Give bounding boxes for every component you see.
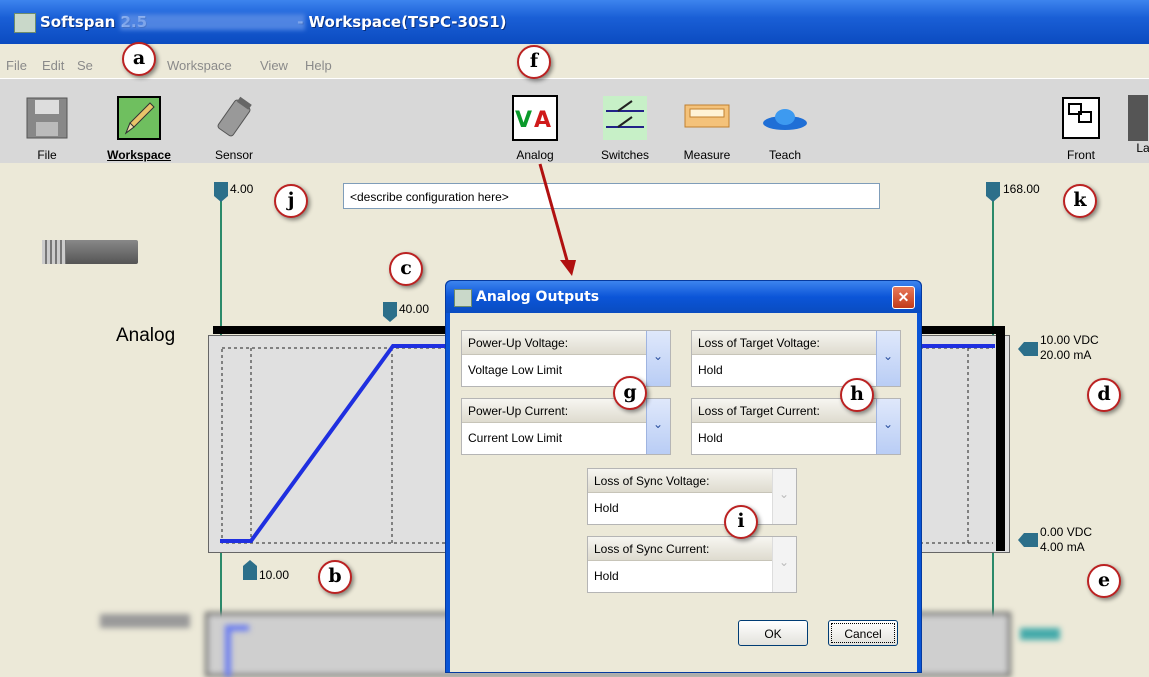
menu-edit[interactable]: Edit bbox=[42, 58, 64, 73]
los-current-label: Loss of Sync Current: bbox=[588, 537, 772, 561]
menu-view[interactable]: View bbox=[260, 58, 288, 73]
dialog-app-icon bbox=[454, 289, 472, 307]
sensor-thread-detail bbox=[42, 240, 66, 264]
ruler-icon bbox=[684, 104, 730, 128]
low-voltage-value: 0.00 VDC bbox=[1040, 525, 1093, 539]
measure-label: Measure bbox=[683, 148, 731, 162]
toolbar: File Workspace Sensor VA Analog Switches… bbox=[0, 78, 1149, 164]
powerup-voltage-dropdown[interactable]: ⌄ bbox=[646, 331, 670, 386]
switches-label: Switches bbox=[600, 148, 650, 162]
callout-b: b bbox=[318, 560, 352, 594]
configuration-description-input[interactable]: <describe configuration here> bbox=[343, 183, 880, 209]
ok-button[interactable]: OK bbox=[738, 620, 808, 646]
pointer-arrow bbox=[538, 163, 576, 276]
analog-outputs-dialog: Analog Outputs ✕ Power-Up Voltage: Volta… bbox=[445, 280, 922, 673]
dialog-title-bar: Analog Outputs ✕ bbox=[446, 281, 921, 313]
title-bar: Softspan 2.5- Workspace(TSPC-30S1) bbox=[0, 0, 1149, 44]
teach-label: Teach bbox=[768, 148, 802, 162]
lot-current-value: Hold bbox=[698, 431, 723, 445]
teach-button[interactable]: Teach bbox=[760, 95, 810, 162]
knee-marker-value: 40.00 bbox=[399, 302, 430, 316]
los-voltage-dropdown: ⌄ bbox=[772, 469, 796, 524]
los-current-value: Hold bbox=[594, 569, 619, 583]
analog-button[interactable]: VA Analog bbox=[510, 95, 560, 162]
dialog-title: Analog Outputs bbox=[476, 289, 600, 305]
powerup-voltage-value: Voltage Low Limit bbox=[468, 363, 563, 377]
los-current-dropdown: ⌄ bbox=[772, 537, 796, 592]
lot-voltage-value: Hold bbox=[698, 363, 723, 377]
chevron-down-icon: ⌄ bbox=[653, 349, 664, 363]
high-current-value: 20.00 mA bbox=[1040, 348, 1092, 362]
chevron-down-icon: ⌄ bbox=[653, 417, 664, 431]
callout-j: j bbox=[274, 184, 308, 218]
chevron-down-icon: ⌄ bbox=[779, 487, 790, 501]
powerup-voltage-label: Power-Up Voltage: bbox=[462, 331, 646, 355]
right-range-value: 168.00 bbox=[1003, 182, 1040, 196]
dialog-close-button[interactable]: ✕ bbox=[892, 286, 915, 309]
front-button[interactable]: Front bbox=[1056, 95, 1106, 162]
front-panel-icon bbox=[1062, 97, 1100, 139]
sensor-icon bbox=[217, 96, 252, 137]
switches-button[interactable]: Switches bbox=[590, 95, 660, 162]
sensor-label: Sensor bbox=[214, 148, 254, 162]
switches-icon bbox=[603, 96, 647, 140]
extra-toolbar-button[interactable]: La bbox=[1128, 95, 1149, 155]
lot-voltage-label: Loss of Target Voltage: bbox=[692, 331, 876, 355]
lot-current-dropdown[interactable]: ⌄ bbox=[876, 399, 900, 454]
app-icon bbox=[14, 13, 36, 33]
callout-f: f bbox=[517, 45, 551, 79]
menu-help[interactable]: Help bbox=[305, 58, 332, 73]
blurred-title-text bbox=[120, 14, 305, 30]
blurred-switch-trace bbox=[225, 625, 249, 677]
high-voltage-value: 10.00 VDC bbox=[1040, 333, 1099, 347]
callout-g: g bbox=[613, 376, 647, 410]
callout-h: h bbox=[840, 378, 874, 412]
workspace-button[interactable]: Workspace bbox=[94, 95, 184, 162]
menu-bar: File Edit Se Workspace View Help bbox=[0, 54, 1149, 76]
workspace-label: Workspace bbox=[107, 148, 171, 162]
callout-a: a bbox=[122, 42, 156, 76]
sensor-button[interactable]: Sensor bbox=[204, 95, 264, 162]
callout-c: c bbox=[389, 252, 423, 286]
svg-text:V: V bbox=[515, 108, 532, 133]
chevron-down-icon: ⌄ bbox=[883, 417, 894, 431]
cancel-button[interactable]: Cancel bbox=[828, 620, 898, 646]
extra-icon bbox=[1128, 95, 1148, 141]
loss-of-sync-current-select[interactable]: Loss of Sync Current: Hold ⌄ bbox=[587, 536, 797, 593]
callout-d: d bbox=[1087, 378, 1121, 412]
save-icon bbox=[26, 97, 68, 139]
low-current-value: 4.00 mA bbox=[1040, 540, 1085, 554]
pencil-icon bbox=[117, 96, 161, 140]
callout-i: i bbox=[724, 505, 758, 539]
extra-label: La bbox=[1136, 141, 1149, 155]
front-label: Front bbox=[1066, 148, 1095, 162]
powerup-current-value: Current Low Limit bbox=[468, 431, 563, 445]
loss-of-target-current-select[interactable]: Loss of Target Current: Hold ⌄ bbox=[691, 398, 901, 455]
measure-button[interactable]: Measure bbox=[678, 95, 736, 162]
teach-icon bbox=[763, 109, 807, 130]
callout-e: e bbox=[1087, 564, 1121, 598]
chevron-down-icon: ⌄ bbox=[779, 555, 790, 569]
low-limit-value: 10.00 bbox=[259, 568, 290, 582]
menu-sensor[interactable]: Se bbox=[77, 58, 93, 73]
chevron-down-icon: ⌄ bbox=[883, 349, 894, 363]
lot-voltage-dropdown[interactable]: ⌄ bbox=[876, 331, 900, 386]
loss-of-sync-voltage-select[interactable]: Loss of Sync Voltage: Hold ⌄ bbox=[587, 468, 797, 525]
los-voltage-value: Hold bbox=[594, 501, 619, 515]
blurred-switch-marker bbox=[1020, 628, 1060, 640]
callout-k: k bbox=[1063, 184, 1097, 218]
analog-va-icon: VA bbox=[512, 95, 558, 141]
blurred-switch-label bbox=[100, 614, 190, 628]
left-range-value: 4.00 bbox=[230, 182, 254, 196]
dialog-body: Power-Up Voltage: Voltage Low Limit ⌄ Lo… bbox=[450, 313, 917, 672]
svg-text:A: A bbox=[534, 108, 551, 133]
analog-section-label: Analog bbox=[116, 325, 176, 346]
loss-of-target-voltage-select[interactable]: Loss of Target Voltage: Hold ⌄ bbox=[691, 330, 901, 387]
menu-workspace[interactable]: Workspace bbox=[167, 58, 232, 73]
menu-file[interactable]: File bbox=[6, 58, 27, 73]
file-button[interactable]: File bbox=[22, 95, 72, 162]
los-voltage-label: Loss of Sync Voltage: bbox=[588, 469, 772, 493]
powerup-current-dropdown[interactable]: ⌄ bbox=[646, 399, 670, 454]
file-label: File bbox=[37, 148, 57, 162]
